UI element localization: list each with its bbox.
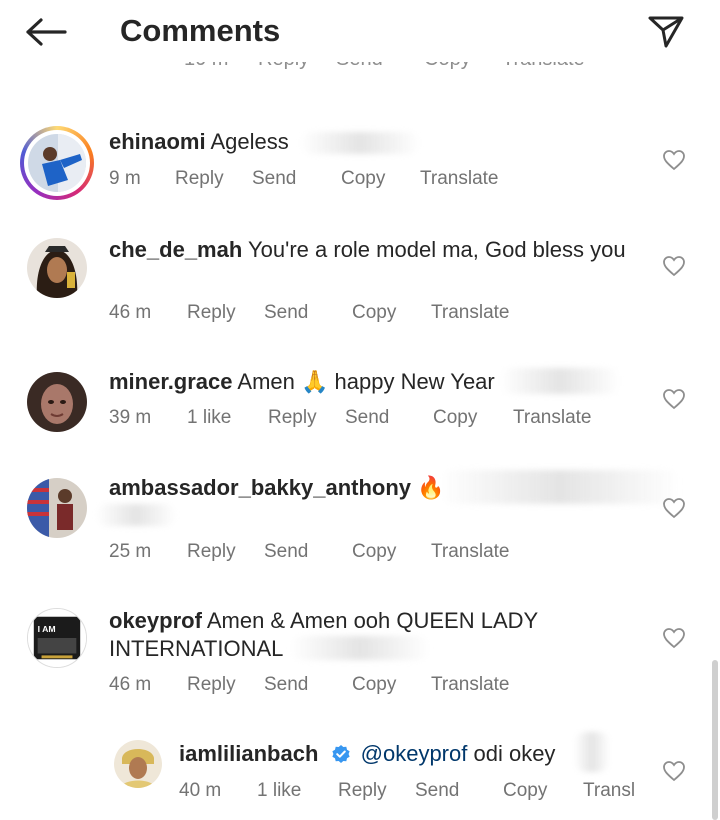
- comment-actions: 25 m Reply Send Copy Translate: [109, 540, 629, 564]
- reply-button[interactable]: Reply: [187, 673, 236, 697]
- heart-icon[interactable]: [662, 148, 686, 172]
- copy-button[interactable]: Copy: [352, 301, 396, 325]
- comment-item: che_de_mah You're a role model ma, God b…: [0, 230, 720, 340]
- copy-button[interactable]: Copy: [352, 673, 396, 697]
- comment-time: 39 m: [109, 407, 152, 428]
- comment-text: iamlilianbach @okeyprof odi okey: [179, 740, 639, 768]
- reply-button[interactable]: Reply: [268, 406, 317, 430]
- comment-body: odi okey: [473, 741, 556, 766]
- copy-button[interactable]: Copy: [341, 167, 385, 191]
- translate-button[interactable]: Translate: [431, 673, 510, 697]
- redacted-blur: [290, 636, 430, 660]
- share-button[interactable]: [644, 10, 688, 54]
- translate-button[interactable]: Translate: [431, 540, 510, 564]
- comment-time: 40 m: [179, 780, 222, 801]
- comment-body: You're a role model ma, God bless you: [248, 237, 626, 262]
- reply-button[interactable]: Reply: [175, 167, 224, 191]
- send-button[interactable]: Send: [264, 673, 308, 697]
- send-button[interactable]: Send: [252, 167, 296, 191]
- reply-item: iamlilianbach @okeyprof odi okey 40 m 1 …: [0, 730, 720, 820]
- avatar[interactable]: [27, 478, 87, 538]
- comment-time: 46 m: [109, 302, 152, 323]
- redacted-blur: [96, 504, 176, 526]
- heart-icon[interactable]: [662, 759, 686, 783]
- heart-icon[interactable]: [662, 254, 686, 278]
- avatar[interactable]: [28, 134, 86, 192]
- translate-button[interactable]: Translate: [420, 167, 499, 191]
- comment-actions: 39 m 1 like Reply Send Copy Translate: [109, 406, 649, 430]
- send-button[interactable]: Send: [264, 301, 308, 325]
- avatar[interactable]: [114, 740, 162, 788]
- comment-text: che_de_mah You're a role model ma, God b…: [109, 236, 629, 264]
- redacted-blur: [300, 132, 420, 154]
- copy-button[interactable]: Copy: [352, 540, 396, 564]
- partial-meta-row: 10 m Reply Send Copy Translate: [180, 60, 600, 84]
- comment-actions: 9 m Reply Send Copy Translate: [109, 167, 629, 191]
- comment-item: I AM okeyprof Amen & Amen ooh QUEEN LADY…: [0, 600, 720, 710]
- avatar[interactable]: [27, 238, 87, 298]
- comment-time: 9 m: [109, 168, 141, 189]
- username[interactable]: okeyprof: [109, 608, 202, 633]
- translate-button[interactable]: Translate: [513, 406, 592, 430]
- svg-text:I AM: I AM: [38, 624, 56, 634]
- username[interactable]: che_de_mah: [109, 237, 242, 262]
- mention-link[interactable]: @okeyprof: [361, 741, 468, 766]
- paper-plane-icon: [648, 16, 684, 48]
- copy-button[interactable]: Copy: [503, 779, 547, 803]
- comment-time: 25 m: [109, 541, 152, 562]
- comment-actions: 46 m Reply Send Copy Translate: [109, 301, 629, 325]
- comment-item: ehinaomi Ageless 9 m Reply Send Copy Tra…: [0, 120, 720, 220]
- username[interactable]: iamlilianbach: [179, 741, 318, 766]
- heart-icon[interactable]: [662, 626, 686, 650]
- avatar[interactable]: [27, 372, 87, 432]
- heart-icon[interactable]: [662, 387, 686, 411]
- header-bar: Comments: [0, 0, 720, 62]
- comment-item: miner.grace Amen 🙏 happy New Year 39 m 1…: [0, 360, 720, 460]
- redacted-blur: [500, 368, 620, 394]
- send-button[interactable]: Send: [264, 540, 308, 564]
- reply-button[interactable]: Reply: [187, 540, 236, 564]
- back-button[interactable]: [22, 12, 70, 52]
- arrow-left-icon: [26, 18, 67, 46]
- like-count[interactable]: 1 like: [187, 406, 231, 430]
- heart-icon[interactable]: [662, 496, 686, 520]
- username[interactable]: ambassador_bakky_anthony: [109, 475, 411, 500]
- copy-button[interactable]: Copy: [433, 406, 477, 430]
- username[interactable]: miner.grace: [109, 369, 233, 394]
- translate-button[interactable]: Transl: [583, 779, 635, 803]
- comment-time: 46 m: [109, 674, 152, 695]
- like-count[interactable]: 1 like: [257, 779, 301, 803]
- comment-body: Amen 🙏 happy New Year: [237, 369, 495, 394]
- translate-button[interactable]: Translate: [431, 301, 510, 325]
- verified-badge-icon: [331, 745, 350, 763]
- avatar[interactable]: I AM: [27, 608, 87, 668]
- page-title: Comments: [120, 13, 281, 48]
- send-button[interactable]: Send: [345, 406, 389, 430]
- send-button[interactable]: Send: [415, 779, 459, 803]
- reply-button[interactable]: Reply: [338, 779, 387, 803]
- redacted-blur: [440, 470, 680, 504]
- comment-body: Ageless: [210, 129, 289, 154]
- redacted-blur: [574, 732, 610, 772]
- reply-button[interactable]: Reply: [187, 301, 236, 325]
- comment-actions: 40 m 1 like Reply Send Copy Transl: [179, 779, 649, 803]
- username[interactable]: ehinaomi: [109, 129, 206, 154]
- comment-item: ambassador_bakky_anthony 🔥 25 m Reply Se…: [0, 466, 720, 586]
- comment-actions: 46 m Reply Send Copy Translate: [109, 673, 629, 697]
- scrollbar[interactable]: [712, 660, 718, 820]
